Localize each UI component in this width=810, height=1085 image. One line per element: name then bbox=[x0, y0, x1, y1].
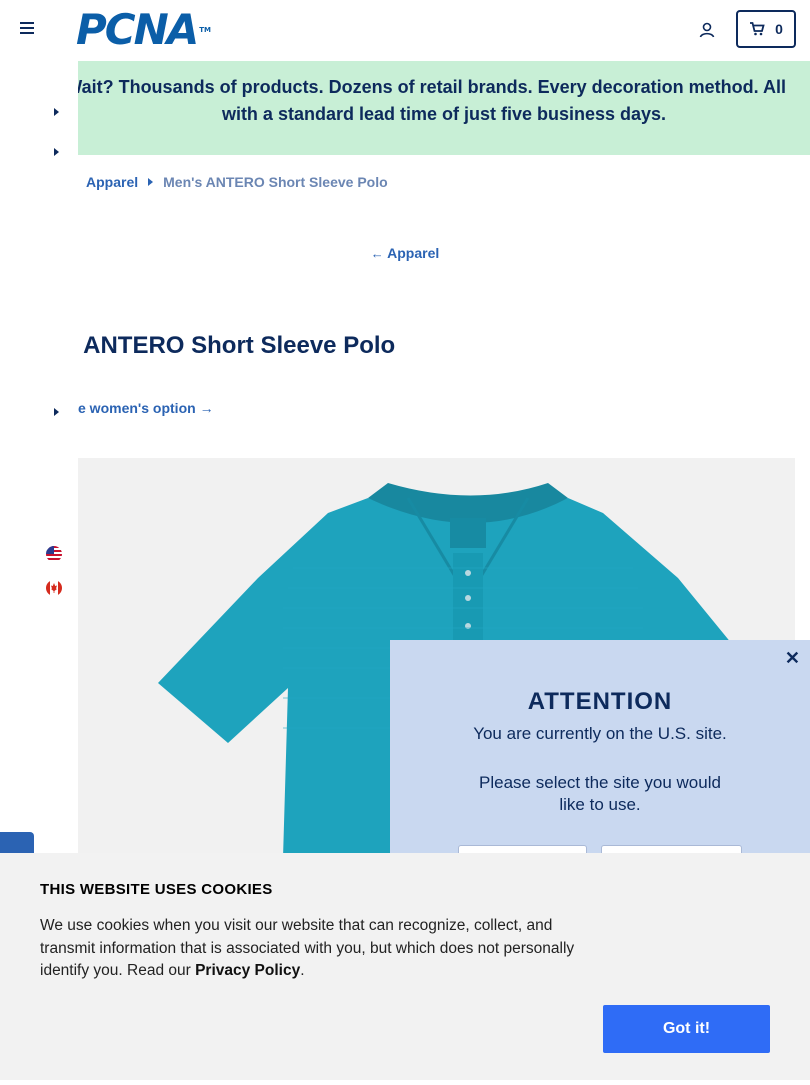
back-to-apparel-link[interactable]: ← Apparel bbox=[0, 245, 810, 261]
site-header: PCNA TM 0 bbox=[0, 0, 810, 60]
cookie-title: THIS WEBSITE USES COOKIES bbox=[40, 881, 273, 898]
side-nav-caret-icon[interactable] bbox=[54, 408, 59, 416]
arrow-left-icon: ← bbox=[370, 246, 384, 261]
promo-line-2: with a standard lead time of just five b… bbox=[221, 104, 667, 124]
modal-message-select-site: Please select the site you would like to… bbox=[479, 773, 721, 814]
womens-option-link[interactable]: e women's option → bbox=[78, 400, 214, 416]
account-icon[interactable] bbox=[698, 21, 716, 39]
breadcrumb: Apparel Men's ANTERO Short Sleeve Polo bbox=[86, 174, 388, 190]
cookie-text-end: . bbox=[300, 962, 305, 979]
got-it-button[interactable]: Got it! bbox=[603, 1005, 770, 1053]
side-nav-caret-icon[interactable] bbox=[54, 148, 59, 156]
cookie-banner: THIS WEBSITE USES COOKIES We use cookies… bbox=[0, 853, 810, 1080]
pcna-logo[interactable]: PCNA TM bbox=[76, 9, 212, 51]
cookie-body: We use cookies when you visit our websit… bbox=[40, 917, 575, 979]
close-icon[interactable]: ✕ bbox=[785, 648, 800, 669]
us-flag-icon[interactable] bbox=[46, 546, 62, 562]
modal-heading: ATTENTION bbox=[527, 688, 673, 715]
breadcrumb-separator-icon bbox=[148, 178, 154, 186]
arrow-right-icon: → bbox=[199, 400, 214, 416]
cart-count: 0 bbox=[775, 21, 783, 37]
modal-message-current-site: You are currently on the U.S. site. bbox=[473, 724, 727, 743]
side-nav-caret-icon[interactable] bbox=[54, 108, 59, 116]
back-link-label: Apparel bbox=[387, 245, 440, 261]
womens-option-label: e women's option bbox=[78, 400, 196, 416]
canada-flag-icon[interactable] bbox=[46, 580, 62, 596]
breadcrumb-apparel[interactable]: Apparel bbox=[86, 174, 138, 190]
site-selection-modal: ✕ ATTENTION You are currently on the U.S… bbox=[390, 640, 810, 877]
privacy-policy-link[interactable]: Privacy Policy bbox=[195, 962, 300, 979]
side-nav bbox=[0, 60, 78, 860]
product-title: s ANTERO Short Sleeve Polo bbox=[64, 332, 396, 359]
logo-tm: TM bbox=[199, 26, 212, 34]
breadcrumb-current: Men's ANTERO Short Sleeve Polo bbox=[163, 174, 388, 190]
cart-icon bbox=[750, 22, 765, 36]
cart-button[interactable]: 0 bbox=[736, 10, 796, 48]
logo-text: PCNA bbox=[76, 5, 199, 54]
hamburger-icon[interactable] bbox=[20, 22, 36, 38]
cookie-text: We use cookies when you visit our websit… bbox=[40, 915, 600, 983]
promo-line-1: Wait? Thousands of products. Dozens of r… bbox=[65, 77, 786, 97]
promo-banner: Wait? Thousands of products. Dozens of r… bbox=[65, 61, 810, 155]
